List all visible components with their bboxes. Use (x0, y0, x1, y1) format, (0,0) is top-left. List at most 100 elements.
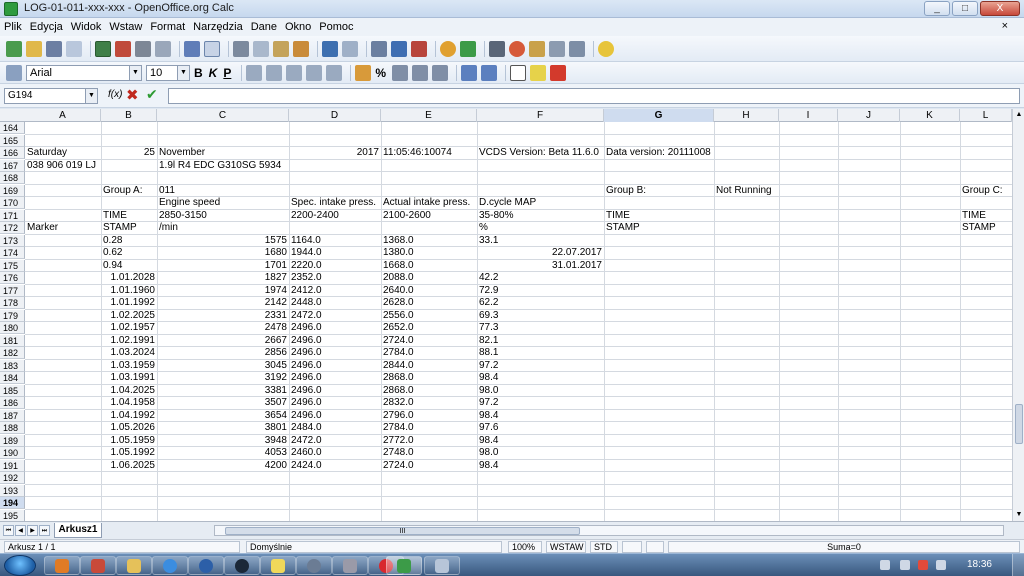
battery-icon[interactable] (936, 560, 946, 570)
chevron-down-icon[interactable]: ▼ (177, 65, 189, 80)
menu-pomoc[interactable]: Pomoc (319, 21, 353, 33)
background-color-icon[interactable] (530, 64, 547, 81)
cell-g169[interactable]: Group B: (604, 185, 648, 197)
cell-d180[interactable]: 2496.0 (289, 322, 324, 334)
bold-button[interactable]: B (194, 66, 203, 80)
cell-c177[interactable]: 1974 (157, 285, 289, 297)
cell-d178[interactable]: 2448.0 (289, 297, 324, 309)
find-replace-icon[interactable] (489, 40, 505, 57)
undo-icon[interactable] (322, 40, 338, 57)
cell-f182[interactable]: 88.1 (477, 347, 500, 359)
cell-b190[interactable]: 1.05.1992 (101, 447, 157, 459)
scroll-down-icon[interactable]: ▼ (1013, 509, 1024, 521)
cell-a167[interactable]: 038 906 019 LJ (25, 160, 98, 172)
name-box[interactable]: G194 ▼ (4, 88, 98, 104)
cell-e184[interactable]: 2868.0 (381, 372, 416, 384)
cell-g172[interactable]: STAMP (604, 222, 642, 234)
row-header-172[interactable]: 172 (0, 222, 25, 234)
cell-e188[interactable]: 2784.0 (381, 422, 416, 434)
cell-e179[interactable]: 2556.0 (381, 310, 416, 322)
cut-icon[interactable] (233, 40, 249, 57)
cell-c188[interactable]: 3801 (157, 422, 289, 434)
column-header-l[interactable]: L (960, 109, 1012, 122)
cell-e187[interactable]: 2796.0 (381, 410, 416, 422)
cell-e180[interactable]: 2652.0 (381, 322, 416, 334)
cell-e190[interactable]: 2748.0 (381, 447, 416, 459)
column-header-d[interactable]: D (289, 109, 381, 122)
cell-l172[interactable]: STAMP (960, 222, 998, 234)
cell-h169[interactable]: Not Running (714, 185, 774, 197)
column-header-f[interactable]: F (477, 109, 604, 122)
italic-button[interactable]: K (209, 66, 218, 80)
styles-formatting-icon[interactable] (6, 64, 22, 81)
cell-c178[interactable]: 2142 (157, 297, 289, 309)
speaker-icon[interactable] (900, 560, 910, 570)
menu-wstaw[interactable]: Wstaw (109, 21, 142, 33)
horizontal-scroll-thumb[interactable]: III (225, 527, 580, 535)
cell-c171[interactable]: 2850-3150 (157, 210, 209, 222)
cell-b184[interactable]: 1.03.1991 (101, 372, 157, 384)
cell-f185[interactable]: 98.0 (477, 385, 500, 397)
cell-d186[interactable]: 2496.0 (289, 397, 324, 409)
row-header-190[interactable]: 190 (0, 447, 25, 459)
formula-input[interactable] (168, 88, 1020, 104)
column-header-k[interactable]: K (900, 109, 960, 122)
print-icon[interactable] (135, 40, 151, 57)
vertical-scroll-thumb[interactable] (1015, 404, 1023, 444)
chevron-down-icon[interactable]: ▼ (85, 89, 97, 103)
menu-dane[interactable]: Dane (251, 21, 277, 33)
first-sheet-icon[interactable]: ⏮ (3, 525, 14, 536)
spellcheck-icon[interactable] (184, 40, 200, 57)
cell-c173[interactable]: 1575 (157, 235, 289, 247)
cell-c169[interactable]: 011 (157, 185, 177, 197)
cell-b171[interactable]: TIME (101, 210, 129, 222)
minimize-button[interactable]: _ (924, 1, 950, 16)
data-sources-icon[interactable] (549, 40, 565, 57)
sort-descending-icon[interactable] (411, 40, 427, 57)
row-header-183[interactable]: 183 (0, 359, 25, 372)
row-header-168[interactable]: 168 (0, 172, 25, 184)
cell-b178[interactable]: 1.01.1992 (101, 297, 157, 309)
autospellcheck-icon[interactable] (204, 40, 220, 57)
font-color-icon[interactable] (550, 64, 567, 81)
cell-e166[interactable]: 11:05:46:10074 (381, 147, 454, 159)
accept-icon[interactable]: ✔ (146, 86, 158, 103)
row-header-167[interactable]: 167 (0, 159, 25, 172)
help-icon[interactable] (598, 40, 614, 57)
row-header-193[interactable]: 193 (0, 484, 25, 497)
chart-icon[interactable] (440, 40, 456, 57)
percent-format-button[interactable]: % (375, 66, 386, 80)
previous-sheet-icon[interactable]: ◀ (15, 525, 26, 536)
cell-f177[interactable]: 72.9 (477, 285, 500, 297)
merge-cells-icon[interactable] (326, 64, 343, 81)
row-header-194[interactable]: 194 (0, 497, 25, 509)
row-header-187[interactable]: 187 (0, 409, 25, 422)
cell-b180[interactable]: 1.02.1957 (101, 322, 157, 334)
menu-edycja[interactable]: Edycja (30, 21, 63, 33)
cell-c181[interactable]: 2667 (157, 335, 289, 347)
cell-d175[interactable]: 2220.0 (289, 260, 324, 272)
cell-d190[interactable]: 2460.0 (289, 447, 324, 459)
show-desktop-button[interactable] (1012, 554, 1024, 576)
cell-c172[interactable]: /min (157, 222, 180, 234)
cell-b187[interactable]: 1.04.1992 (101, 410, 157, 422)
column-header-a[interactable]: A (25, 109, 101, 122)
cell-e185[interactable]: 2868.0 (381, 385, 416, 397)
cell-c190[interactable]: 4053 (157, 447, 289, 459)
edit-file-icon[interactable] (95, 40, 111, 57)
font-size-box[interactable]: 10 ▼ (146, 64, 190, 81)
row-header-175[interactable]: 175 (0, 259, 25, 272)
cell-f179[interactable]: 69.3 (477, 310, 500, 322)
function-wizard-button[interactable]: f(x) (108, 89, 122, 100)
cell-b186[interactable]: 1.04.1958 (101, 397, 157, 409)
column-header-b[interactable]: B (101, 109, 157, 122)
taskbar-app-12[interactable] (424, 556, 460, 575)
sheet-tab-arkusz1[interactable]: Arkusz1 (54, 523, 102, 538)
maximize-button[interactable]: □ (952, 1, 978, 16)
cell-c186[interactable]: 3507 (157, 397, 289, 409)
column-header-h[interactable]: H (714, 109, 779, 122)
zoom-icon[interactable] (569, 40, 585, 57)
cell-f178[interactable]: 62.2 (477, 297, 500, 309)
row-header-166[interactable]: 166 (0, 147, 25, 159)
row-header-170[interactable]: 170 (0, 197, 25, 209)
